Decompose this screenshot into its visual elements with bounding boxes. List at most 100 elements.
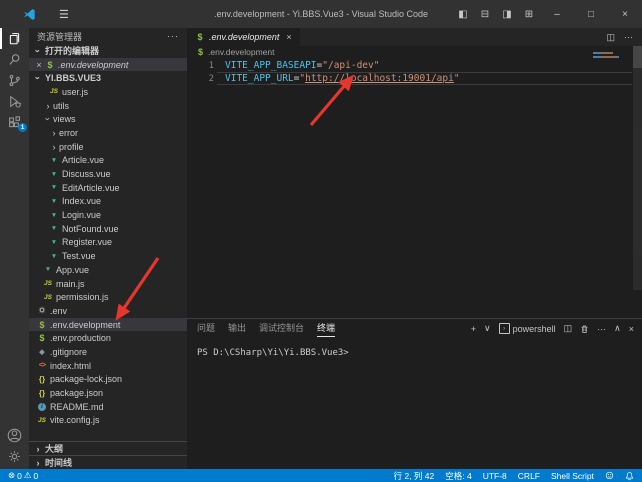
close-icon[interactable]: × <box>33 60 45 70</box>
close-panel-icon[interactable]: × <box>629 324 634 334</box>
tree-item-error[interactable]: ›error <box>29 126 187 140</box>
close-icon[interactable]: × <box>286 32 291 42</box>
terminal-instance-item[interactable]: ›powershell <box>499 323 556 334</box>
activity-extensions[interactable]: 1 <box>0 112 29 133</box>
eol-sequence[interactable]: CRLF <box>518 471 540 481</box>
cursor-position[interactable]: 行 2, 列 42 <box>394 470 435 482</box>
tree-item-user-js[interactable]: JSuser.js <box>29 85 187 99</box>
gear-file-icon <box>37 306 47 316</box>
section-timeline[interactable]: › 时间线 <box>29 455 187 469</box>
code-token: "/api-dev" <box>322 60 379 71</box>
tree-item-index-html[interactable]: <>index.html <box>29 359 187 373</box>
tree-item-package-json[interactable]: {}package.json <box>29 386 187 400</box>
maximize-panel-icon[interactable]: ∧ <box>614 323 621 334</box>
new-terminal-icon[interactable]: + <box>471 324 476 334</box>
chevron-down-icon: › <box>43 114 53 124</box>
more-actions-icon[interactable]: ··· <box>624 32 633 42</box>
maximize-icon[interactable]: □ <box>574 9 608 20</box>
panel-actions: + ∨ ›powershell ◫ ··· ∧ × <box>471 323 634 334</box>
panel-tab-[interactable]: 终端 <box>317 321 335 337</box>
code-editor[interactable]: 1VITE_APP_BASEAPI="/api-dev"2VITE_APP_UR… <box>187 59 642 85</box>
json-file-icon: {} <box>37 389 47 398</box>
panel-tab-[interactable]: 输出 <box>228 321 246 337</box>
line-number: 1 <box>187 61 225 71</box>
split-editor-icon[interactable]: ◫ <box>606 32 615 43</box>
tree-item-label: utils <box>53 101 69 111</box>
terminal-output[interactable]: PS D:\CSharp\Yi\Yi.BBS.Vue3> <box>187 339 642 358</box>
vue-file-icon: ▼ <box>49 212 59 219</box>
tree-item-permission-js[interactable]: JSpermission.js <box>29 290 187 304</box>
feedback-icon[interactable] <box>605 471 614 480</box>
tab-env-development[interactable]: $ .env.development × <box>187 28 300 46</box>
tree-item-profile[interactable]: ›profile <box>29 140 187 154</box>
activity-run-debug[interactable] <box>0 91 29 112</box>
timeline-label: 时间线 <box>45 456 72 469</box>
url-link[interactable]: http://localhost:19001/api <box>305 73 454 84</box>
problems-status[interactable]: ⊗ 0 ⚠ 0 <box>8 470 38 481</box>
more-actions-icon[interactable]: ··· <box>597 324 606 334</box>
tree-item-label: index.html <box>50 361 91 371</box>
tab-label: .env.development <box>209 32 279 42</box>
chevron-down-icon: › <box>33 46 43 56</box>
section-project-root[interactable]: › YI.BBS.VUE3 <box>29 71 187 85</box>
tree-item-views[interactable]: ›views <box>29 112 187 126</box>
minimize-icon[interactable]: – <box>540 9 574 20</box>
breadcrumb-label: .env.development <box>208 47 274 57</box>
tree-item-discuss-vue[interactable]: ▼Discuss.vue <box>29 167 187 181</box>
close-icon[interactable]: × <box>608 9 642 20</box>
customize-layout-icon[interactable]: ⊞ <box>518 9 540 20</box>
tree-item-register-vue[interactable]: ▼Register.vue <box>29 236 187 250</box>
js-file-icon: JS <box>37 417 47 424</box>
tree-item-editarticle-vue[interactable]: ▼EditArticle.vue <box>29 181 187 195</box>
toggle-secondary-sidebar-icon[interactable]: ◨ <box>496 9 518 20</box>
activity-account[interactable] <box>0 425 29 446</box>
bottom-panel: 问题输出调试控制台终端 + ∨ ›powershell ◫ ··· ∧ × PS D:\CS… <box>187 318 642 469</box>
tree-item-utils[interactable]: ›utils <box>29 99 187 113</box>
tree-item-app-vue[interactable]: ▼App.vue <box>29 263 187 277</box>
tree-item-index-vue[interactable]: ▼Index.vue <box>29 195 187 209</box>
tree-item-main-js[interactable]: JSmain.js <box>29 277 187 291</box>
tree-item-package-lock-json[interactable]: {}package-lock.json <box>29 373 187 387</box>
tree-item-label: NotFound.vue <box>62 224 119 234</box>
tree-item-gitignore[interactable]: ◆.gitignore <box>29 345 187 359</box>
tree-item-env[interactable]: .env <box>29 304 187 318</box>
kill-terminal-icon[interactable] <box>580 324 589 334</box>
notifications-bell-icon[interactable] <box>625 471 634 481</box>
minimap[interactable] <box>593 52 629 59</box>
indentation[interactable]: 空格: 4 <box>445 470 471 482</box>
activity-explorer[interactable] <box>0 28 29 49</box>
activity-search[interactable] <box>0 49 29 70</box>
status-bar: ⊗ 0 ⚠ 0 行 2, 列 42 空格: 4 UTF-8 CRLF Shell… <box>0 469 642 482</box>
sidebar-title: 资源管理器 <box>37 30 82 43</box>
open-editor-item[interactable]: × $ .env.development <box>29 58 187 72</box>
scrollbar-slider[interactable] <box>633 46 642 68</box>
tree-item-vite-config-js[interactable]: JSvite.config.js <box>29 414 187 428</box>
breadcrumb[interactable]: $ .env.development <box>187 46 642 57</box>
tree-item-env-development[interactable]: $.env.development <box>29 318 187 332</box>
section-open-editors[interactable]: › 打开的编辑器 <box>29 44 187 58</box>
minimap-line <box>593 56 619 58</box>
tree-item-notfound-vue[interactable]: ▼NotFound.vue <box>29 222 187 236</box>
toggle-sidebar-icon[interactable]: ◧ <box>452 9 474 20</box>
tree-item-article-vue[interactable]: ▼Article.vue <box>29 154 187 168</box>
menu-hamburger-icon[interactable]: ☰ <box>59 8 69 21</box>
tree-item-label: .gitignore <box>50 347 87 357</box>
vue-file-icon: ▼ <box>49 184 59 191</box>
terminal-dropdown-icon[interactable]: ∨ <box>484 323 491 334</box>
split-terminal-icon[interactable]: ◫ <box>564 323 573 334</box>
activity-source-control[interactable] <box>0 70 29 91</box>
tree-item-login-vue[interactable]: ▼Login.vue <box>29 208 187 222</box>
tree-item-readme-md[interactable]: iREADME.md <box>29 400 187 414</box>
encoding[interactable]: UTF-8 <box>483 471 507 481</box>
tree-item-test-vue[interactable]: ▼Test.vue <box>29 249 187 263</box>
gear-icon <box>7 449 22 464</box>
language-mode[interactable]: Shell Script <box>551 471 594 481</box>
activity-settings[interactable] <box>0 446 29 467</box>
explorer-more-actions-icon[interactable]: ··· <box>167 31 179 41</box>
tree-item-env-production[interactable]: $.env.production <box>29 331 187 345</box>
panel-tab-[interactable]: 调试控制台 <box>259 321 304 337</box>
editor-scrollbar[interactable] <box>633 46 642 290</box>
section-outline[interactable]: › 大纲 <box>29 441 187 455</box>
toggle-panel-icon[interactable]: ⊟ <box>474 9 496 20</box>
panel-tab-[interactable]: 问题 <box>197 321 215 337</box>
